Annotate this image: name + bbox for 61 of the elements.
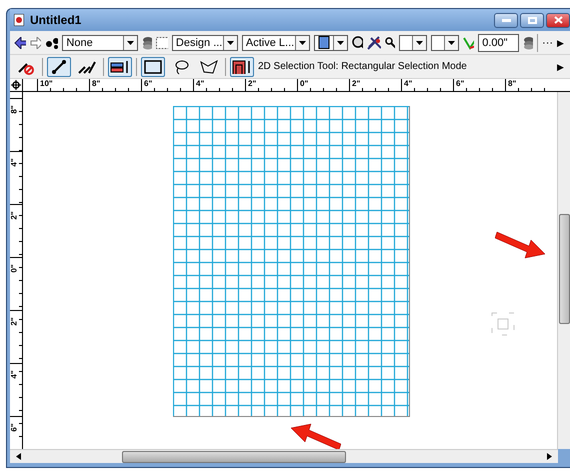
close-button[interactable] [546,12,570,28]
axes-icon[interactable] [462,36,474,50]
overflow-text: ··· [542,36,554,48]
ruler-label: 8" [10,105,19,114]
magnifier-icon[interactable] [384,36,395,48]
maximize-icon [528,16,536,24]
tool-button[interactable] [230,56,254,76]
maximize-button[interactable] [520,12,544,28]
rectangle-icon [144,60,162,74]
view-dropdown[interactable] [314,34,348,50]
page-icon [316,36,331,49]
view-angle-dropdown[interactable] [430,34,459,50]
scroll-left-icon[interactable] [16,453,21,460]
tool-button[interactable] [141,56,165,76]
scroll-thumb[interactable] [559,214,570,324]
polyline-icon [78,58,96,74]
horizontal-scrollbar[interactable] [10,449,558,463]
back-arrow-icon[interactable] [14,36,26,48]
caret-icon [127,40,134,44]
zoom-objects-icon[interactable] [367,36,381,50]
scroll-thumb[interactable] [122,451,346,463]
caret-icon [298,40,306,44]
tool-button[interactable] [47,56,71,76]
zoom-dropdown[interactable] [398,34,427,50]
more-button[interactable]: ▶ [557,62,564,72]
crosshair-icon[interactable] [11,80,21,90]
tool-button[interactable] [108,56,132,76]
minimize-icon [502,18,510,22]
mode-text: 2D Selection Tool: Rectangular Selection Mode [258,61,467,72]
frame-icon [232,58,252,74]
ruler-label: 0" [10,264,19,273]
rotation-field[interactable]: 0.00" [478,34,520,52]
minimize-button[interactable] [494,12,518,28]
caret-icon [448,40,455,44]
transform-icon [110,58,130,74]
polygon-icon [200,58,218,74]
layer-options-dropdown[interactable]: Active L... [242,34,310,50]
close-icon [554,16,562,24]
caret-icon [416,40,423,44]
ruler-label: 4" [10,158,19,167]
class-icon[interactable] [45,36,58,48]
window-title: Untitled1 [30,13,82,27]
caret-icon [226,40,234,44]
document-icon [14,14,24,26]
scroll-right-icon[interactable] [547,453,552,460]
layers-icon[interactable] [523,36,534,50]
grid-icon[interactable] [156,36,168,48]
vertical-scrollbar[interactable] [557,92,570,449]
ruler-label: 2" [10,317,19,326]
selection-handle-icon [491,312,515,336]
layers-icon[interactable] [142,36,152,50]
ruler-label: 6" [10,423,19,432]
line-icon [51,58,67,74]
layer-dropdown[interactable]: Design ... [172,34,238,50]
lasso-icon [173,58,189,74]
zoom-page-icon[interactable] [352,36,364,50]
class-dropdown[interactable]: None [62,34,138,50]
ruler-label: 2" [10,211,19,220]
caret-icon [336,40,344,44]
ruler-label: 4" [10,370,19,379]
more-button[interactable]: ▶ [557,38,564,48]
